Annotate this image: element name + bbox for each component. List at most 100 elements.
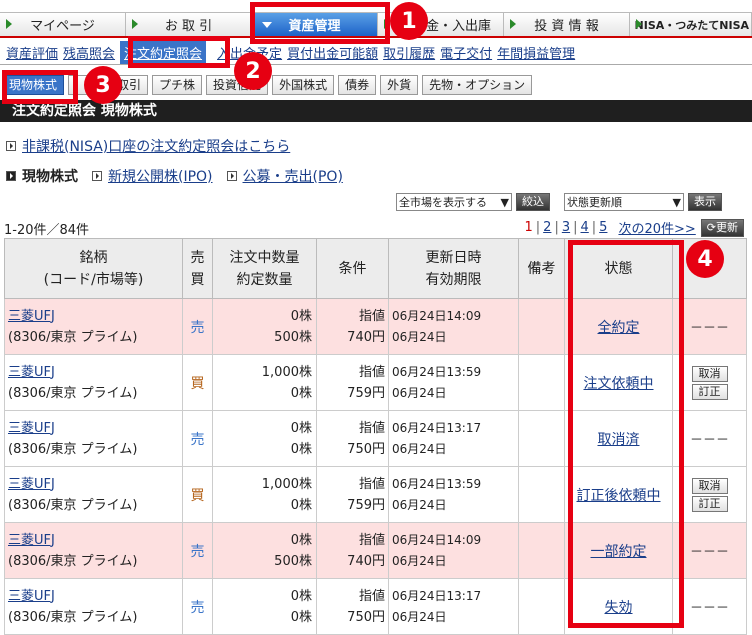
- ipo-link[interactable]: 新規公開株(IPO): [108, 166, 213, 186]
- col-name: 銘柄 (コード/市場等): [4, 238, 183, 299]
- col-cond: 条件: [316, 238, 389, 299]
- market-select[interactable]: 全市場を表示する ▼: [396, 193, 512, 211]
- tab-bond[interactable]: 債券: [338, 75, 377, 95]
- stock-code: (8306/東京 プライム): [8, 497, 138, 513]
- modify-button[interactable]: 訂正: [691, 495, 728, 512]
- cell-cond: 指値 759円: [316, 354, 389, 411]
- tab-trade[interactable]: お 取 引: [126, 13, 252, 36]
- narrow-button[interactable]: 絞込: [516, 193, 550, 211]
- cell-name: 三菱UFJ (8306/東京 プライム): [4, 522, 183, 579]
- cell-name: 三菱UFJ (8306/東京 プライム): [4, 410, 183, 467]
- col-date: 更新日時 有効期限: [388, 238, 519, 299]
- nisa-link-row: 非課税(NISA)口座の注文約定照会はこちら: [6, 136, 304, 156]
- tab-petit-stock[interactable]: プチ株: [152, 75, 203, 95]
- cell-date: 06月24日13:59 06月24日: [388, 354, 519, 411]
- page-title: 注文約定照会 現物株式: [0, 100, 752, 122]
- col-qty: 注文中数量 約定数量: [212, 238, 317, 299]
- cell-side: 買: [182, 354, 213, 411]
- cell-name: 三菱UFJ (8306/東京 プライム): [4, 466, 183, 523]
- cell-name: 三菱UFJ (8306/東京 プライム): [4, 354, 183, 411]
- cell-cond: 指値 740円: [316, 298, 389, 355]
- tab-mypage[interactable]: マイページ: [0, 13, 126, 36]
- arrow-icon: [510, 19, 516, 29]
- callout-3: 3: [84, 66, 122, 104]
- sub-nav-history[interactable]: 取引履歴: [383, 43, 435, 62]
- tab-fx[interactable]: 外貨: [380, 75, 419, 95]
- stock-link[interactable]: 三菱UFJ: [8, 421, 55, 436]
- highlight-box-4: [568, 240, 684, 628]
- chevron-down-icon: ▼: [672, 195, 681, 209]
- stock-code: (8306/東京 プライム): [8, 609, 138, 625]
- modify-button[interactable]: 訂正: [691, 383, 728, 400]
- cell-date: 06月24日13:17 06月24日: [388, 578, 519, 635]
- sub-nav-e-delivery[interactable]: 電子交付: [440, 43, 492, 62]
- cell-side: 買: [182, 466, 213, 523]
- sub-nav-annual-pnl[interactable]: 年間損益管理: [497, 43, 575, 62]
- highlight-box-1: [250, 2, 390, 44]
- next-page-link[interactable]: 次の20件>>: [618, 218, 695, 237]
- page-link[interactable]: 3: [562, 220, 570, 235]
- link-arrow-icon: [6, 141, 16, 151]
- stock-code: (8306/東京 プライム): [8, 329, 138, 345]
- cell-cond: 指値 759円: [316, 466, 389, 523]
- tab-nisa[interactable]: NISA・つみたてNISA: [630, 13, 752, 36]
- ops-empty: －－－: [689, 601, 729, 616]
- col-note: 備考: [518, 238, 565, 299]
- sub-nav: 資産評価 残高照会 注文約定照会 入出金予定 買付出金可能額 取引履歴 電子交付…: [0, 41, 752, 65]
- refresh-icon: ⟳: [706, 220, 716, 234]
- cell-name: 三菱UFJ (8306/東京 プライム): [4, 298, 183, 355]
- cell-cond: 指値 750円: [316, 410, 389, 467]
- stock-link[interactable]: 三菱UFJ: [8, 309, 55, 324]
- cell-date: 06月24日13:17 06月24日: [388, 410, 519, 467]
- cell-qty: 1,000株 0株: [212, 466, 317, 523]
- stock-link[interactable]: 三菱UFJ: [8, 477, 55, 492]
- stock-code: (8306/東京 プライム): [8, 385, 138, 401]
- col-side: 売買: [182, 238, 213, 299]
- callout-2: 2: [234, 52, 272, 90]
- ops-empty: －－－: [689, 545, 729, 560]
- stock-code: (8306/東京 プライム): [8, 553, 138, 569]
- cell-name: 三菱UFJ (8306/東京 プライム): [4, 578, 183, 635]
- cell-note: [518, 578, 565, 635]
- callout-1: 1: [390, 2, 428, 40]
- ops-empty: －－－: [689, 321, 729, 336]
- cell-cond: 指値 750円: [316, 578, 389, 635]
- cell-date: 06月24日13:59 06月24日: [388, 466, 519, 523]
- cell-qty: 0株 0株: [212, 410, 317, 467]
- refresh-button[interactable]: ⟳更新: [700, 218, 744, 237]
- stock-link[interactable]: 三菱UFJ: [8, 533, 55, 548]
- arrow-icon: [132, 19, 138, 29]
- cancel-button[interactable]: 取消: [691, 477, 728, 494]
- stock-link[interactable]: 三菱UFJ: [8, 589, 55, 604]
- page-link[interactable]: 4: [581, 220, 589, 235]
- cell-note: [518, 522, 565, 579]
- cell-date: 06月24日14:09 06月24日: [388, 298, 519, 355]
- sub-nav-balance[interactable]: 残高照会: [63, 43, 115, 62]
- cell-qty: 0株 0株: [212, 578, 317, 635]
- page-link[interactable]: 5: [599, 220, 607, 235]
- pagination: 1 | 2 | 3 | 4 | 5 次の20件>> ⟳更新: [521, 218, 744, 237]
- cell-qty: 0株 500株: [212, 522, 317, 579]
- cell-side: 売: [182, 522, 213, 579]
- highlight-box-2: [128, 36, 230, 68]
- po-link[interactable]: 公募・売出(PO): [243, 166, 343, 186]
- result-count: 1-20件／84件: [4, 223, 90, 238]
- cancel-button[interactable]: 取消: [691, 365, 728, 382]
- nisa-link[interactable]: 非課税(NISA)口座の注文約定照会はこちら: [22, 136, 290, 156]
- stock-link[interactable]: 三菱UFJ: [8, 365, 55, 380]
- page-link[interactable]: 2: [543, 220, 551, 235]
- tab-investment-info[interactable]: 投 資 情 報: [504, 13, 630, 36]
- ops-empty: －－－: [689, 433, 729, 448]
- cell-side: 売: [182, 410, 213, 467]
- sub-nav-buying-power[interactable]: 買付出金可能額: [287, 43, 378, 62]
- cell-note: [518, 410, 565, 467]
- sub-nav-asset-eval[interactable]: 資産評価: [6, 43, 58, 62]
- filter-row: 全市場を表示する ▼ 絞込 状態更新順 ▼ 表示: [396, 193, 722, 211]
- cell-qty: 0株 500株: [212, 298, 317, 355]
- cell-note: [518, 466, 565, 523]
- tab-foreign-stock[interactable]: 外国株式: [272, 75, 335, 95]
- arrow-icon: [636, 19, 642, 29]
- sort-select[interactable]: 状態更新順 ▼: [564, 193, 684, 211]
- tab-futures[interactable]: 先物・オプション: [422, 75, 533, 95]
- show-button[interactable]: 表示: [688, 193, 722, 211]
